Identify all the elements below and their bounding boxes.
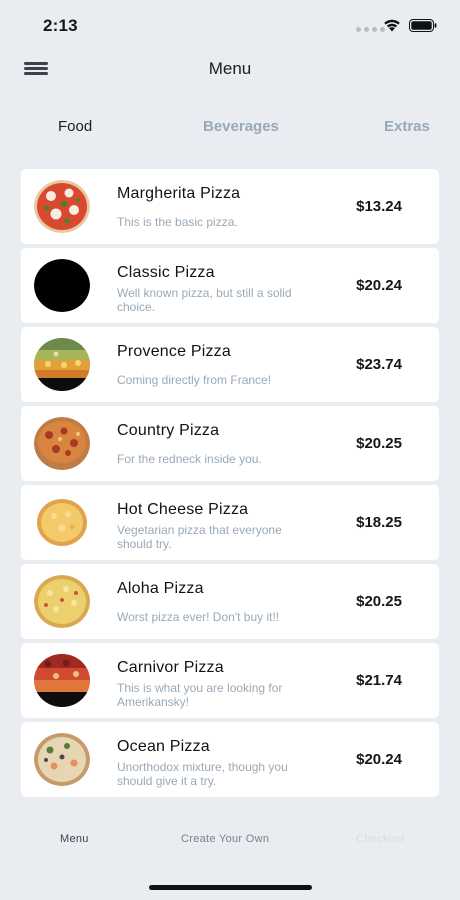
- list-item[interactable]: Country Pizza For the redneck inside you…: [21, 406, 439, 481]
- item-price: $18.25: [356, 514, 402, 531]
- list-item[interactable]: Aloha Pizza Worst pizza ever! Don't buy …: [21, 564, 439, 639]
- tab-beverages[interactable]: Beverages: [203, 118, 279, 135]
- header: Menu: [0, 50, 460, 90]
- status-bar: 2:13: [0, 0, 460, 50]
- category-tabs: Food Beverages Extras: [0, 112, 460, 142]
- bottom-nav: Menu Create Your Own Checkout: [0, 826, 460, 856]
- item-price: $20.24: [356, 277, 402, 294]
- home-indicator: [149, 885, 312, 890]
- item-description: Coming directly from France!: [117, 373, 272, 387]
- item-description: This is what you are looking for Amerika…: [117, 681, 283, 709]
- item-name: Hot Cheese Pizza: [117, 501, 249, 518]
- bottom-tab-checkout[interactable]: Checkout: [356, 833, 405, 845]
- list-item[interactable]: Provence Pizza Coming directly from Fran…: [21, 327, 439, 402]
- item-price: $23.74: [356, 356, 402, 373]
- wifi-icon: [384, 19, 400, 32]
- item-description: Worst pizza ever! Don't buy it!!: [117, 610, 280, 624]
- list-item[interactable]: Ocean Pizza Unorthodox mixture, though y…: [21, 722, 439, 797]
- pizza-image: [34, 180, 90, 233]
- item-name: Carnivor Pizza: [117, 659, 224, 676]
- list-item[interactable]: Classic Pizza Well known pizza, but stil…: [21, 248, 439, 323]
- pizza-image: [34, 338, 90, 391]
- list-item[interactable]: Margherita Pizza This is the basic pizza…: [21, 169, 439, 244]
- item-price: $13.24: [356, 198, 402, 215]
- bottom-tab-menu[interactable]: Menu: [60, 833, 89, 845]
- item-name: Aloha Pizza: [117, 580, 204, 597]
- item-price: $20.25: [356, 435, 402, 452]
- list-item[interactable]: Hot Cheese Pizza Vegetarian pizza that e…: [21, 485, 439, 560]
- item-name: Country Pizza: [117, 422, 220, 439]
- battery-icon: [409, 19, 437, 32]
- item-price: $20.24: [356, 751, 402, 768]
- item-name: Margherita Pizza: [117, 185, 241, 202]
- item-description: Vegetarian pizza that everyone should tr…: [117, 523, 282, 551]
- signal-dots-icon: [356, 27, 385, 32]
- item-price: $21.74: [356, 672, 402, 689]
- page-title: Menu: [208, 59, 252, 78]
- pizza-image: [37, 499, 87, 546]
- list-item[interactable]: Carnivor Pizza This is what you are look…: [21, 643, 439, 718]
- pizza-list: Margherita Pizza This is the basic pizza…: [21, 169, 439, 801]
- pizza-image: [34, 733, 90, 786]
- bottom-tab-create-your-own[interactable]: Create Your Own: [181, 833, 269, 845]
- item-price: $20.25: [356, 593, 402, 610]
- tab-food[interactable]: Food: [58, 118, 92, 135]
- pizza-image: [34, 575, 90, 628]
- pizza-image: [34, 417, 90, 470]
- pizza-image: [34, 654, 90, 707]
- item-description: For the redneck inside you.: [117, 452, 262, 466]
- item-description: This is the basic pizza.: [117, 215, 238, 229]
- status-time: 2:13: [43, 16, 78, 35]
- tab-extras[interactable]: Extras: [384, 118, 430, 135]
- item-description: Unorthodox mixture, though you should gi…: [117, 760, 288, 788]
- pizza-image: [34, 259, 90, 312]
- item-name: Ocean Pizza: [117, 738, 210, 755]
- item-name: Classic Pizza: [117, 264, 215, 281]
- item-name: Provence Pizza: [117, 343, 231, 360]
- item-description: Well known pizza, but still a solid choi…: [117, 286, 292, 314]
